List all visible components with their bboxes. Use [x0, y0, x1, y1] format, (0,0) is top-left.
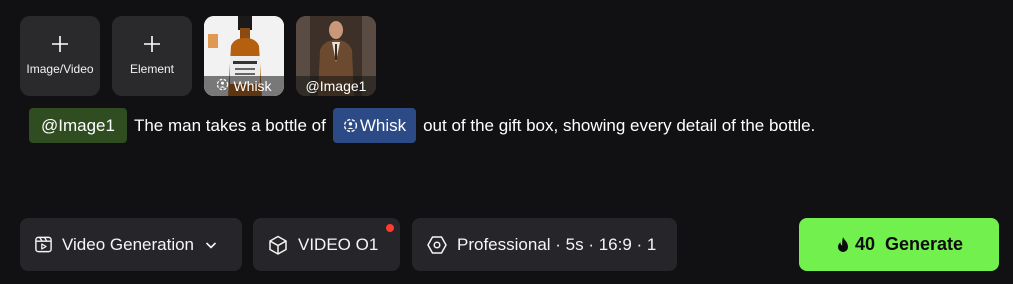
credits-cost: 40 [835, 234, 875, 255]
notification-dot [386, 224, 394, 232]
image1-mention-chip[interactable]: @Image1 [29, 108, 127, 143]
credits-value: 40 [854, 234, 875, 254]
whisk-element-thumbnail[interactable]: Whisk [204, 16, 284, 96]
generate-button[interactable]: 40 Generate [799, 218, 999, 271]
flame-icon [835, 236, 851, 254]
add-image-video-label: Image/Video [26, 62, 94, 76]
settings-label: Professional · 5s · 16:9 · 1 [457, 234, 657, 254]
generation-settings-button[interactable]: Professional · 5s · 16:9 · 1 [412, 218, 677, 271]
model-label: VIDEO O1 [298, 234, 379, 254]
element-face-icon [216, 78, 229, 94]
mode-selector[interactable]: Video Generation [20, 218, 242, 271]
prompt-editor[interactable]: @Image1 The man takes a bottle of Whisk … [29, 108, 993, 143]
video-generation-icon [34, 235, 53, 254]
generate-label: Generate [884, 234, 964, 254]
add-element-button[interactable]: Element [112, 16, 192, 96]
hexagon-settings-icon [426, 234, 448, 256]
mode-label: Video Generation [62, 234, 195, 254]
image1-thumbnail[interactable]: @Image1 [296, 16, 376, 96]
prompt-text-2: out of the gift box, showing every detai… [423, 115, 816, 135]
image1-caption: @Image1 [296, 76, 376, 96]
plus-icon [50, 34, 70, 54]
add-element-label: Element [129, 62, 175, 76]
chevron-down-icon [204, 238, 218, 252]
whisk-caption: Whisk [204, 76, 284, 96]
whisk-mention-chip[interactable]: Whisk [332, 108, 417, 143]
whisk-mention-label: Whisk [359, 115, 407, 135]
plus-icon [142, 34, 162, 54]
whisk-caption-label: Whisk [233, 78, 272, 94]
element-face-icon [343, 118, 358, 133]
cube-icon [267, 234, 289, 256]
add-image-video-button[interactable]: Image/Video [20, 16, 100, 96]
model-selector[interactable]: VIDEO O1 [253, 218, 400, 271]
prompt-text-1: The man takes a bottle of [133, 115, 326, 135]
